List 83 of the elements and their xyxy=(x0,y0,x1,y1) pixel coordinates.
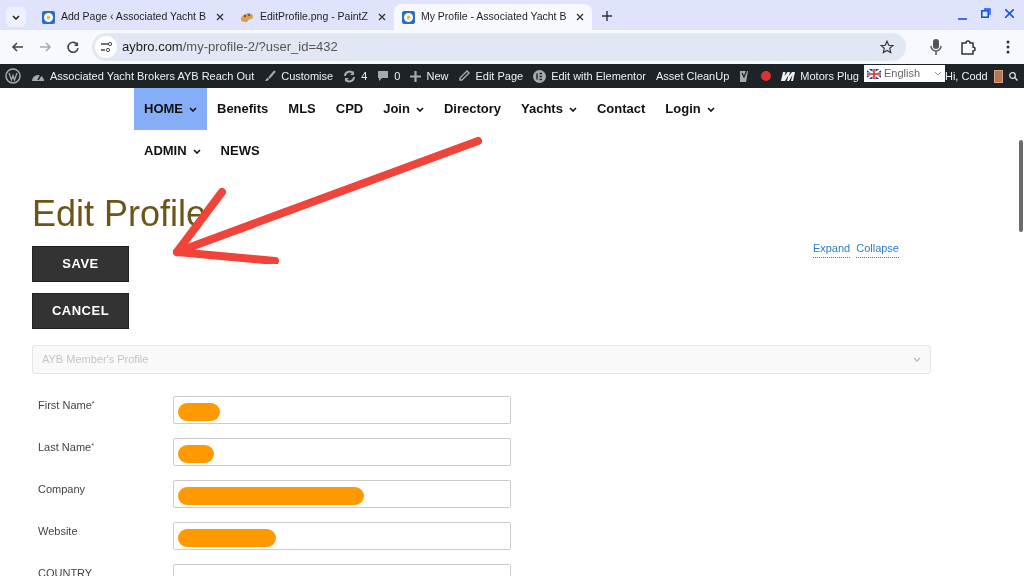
more-menu-icon[interactable] xyxy=(1006,40,1010,54)
field-label: Company xyxy=(38,482,87,497)
language-select[interactable]: English xyxy=(864,65,945,82)
address-bar[interactable]: aybro.com/my-profile-2/?user_id=432 xyxy=(92,33,906,61)
palette-icon xyxy=(239,11,254,23)
chevron-icon xyxy=(913,357,921,362)
field-label: Website xyxy=(38,524,79,539)
extensions-icon[interactable] xyxy=(960,39,976,55)
chevron-down-icon xyxy=(706,106,715,112)
chevron-down-icon xyxy=(415,106,424,112)
url-text: aybro.com/my-profile-2/?user_id=432 xyxy=(122,38,338,57)
field-label: First Name$^{*}$ xyxy=(38,398,96,413)
admin-bar-link[interactable]: Motors Plug xyxy=(800,67,859,85)
microphone-icon[interactable] xyxy=(930,39,942,55)
nav-menu-item[interactable]: CPD xyxy=(325,88,374,130)
close-icon[interactable] xyxy=(215,13,224,21)
nav-menu-item[interactable]: Yachts xyxy=(511,88,587,130)
chevron-down-icon xyxy=(192,148,201,154)
form-button[interactable]: SAVE xyxy=(32,246,129,282)
avatar-icon[interactable] xyxy=(993,69,1003,83)
flag-icon xyxy=(867,68,881,79)
nav-menu-item[interactable]: Join xyxy=(373,88,434,130)
nav-menu-item[interactable]: Login xyxy=(655,88,725,130)
nav-menu-item[interactable]: NEWS xyxy=(210,130,270,172)
reload-icon[interactable] xyxy=(66,40,80,54)
admin-bar-link[interactable]: Associated Yacht Brokers AYB Reach Out xyxy=(50,67,255,85)
close-icon[interactable] xyxy=(576,13,585,21)
chevron-down-icon xyxy=(12,14,20,20)
brush-icon xyxy=(264,70,277,82)
tab-title: Add Page ‹ Associated Yacht B xyxy=(61,9,206,25)
new-tab-icon[interactable] xyxy=(602,11,613,21)
admin-bar-link[interactable]: Edit Page xyxy=(475,67,524,85)
admin-bar-link[interactable]: Customise xyxy=(281,67,334,85)
browser-tab[interactable]: EditProfile.png - PaintZ xyxy=(231,4,394,30)
admin-bar-link[interactable]: 4 xyxy=(361,67,368,85)
refresh-icon xyxy=(343,69,357,83)
form-button[interactable]: CANCEL xyxy=(32,293,129,329)
tab-search-button[interactable] xyxy=(6,7,26,27)
close-window-icon[interactable] xyxy=(1005,9,1014,18)
site-info-icon[interactable] xyxy=(95,36,117,58)
nav-menu-item[interactable]: Directory xyxy=(433,88,511,130)
browser-tab[interactable]: My Profile - Associated Yacht B xyxy=(393,4,593,30)
admin-bar-link[interactable]: Edit with Elementor xyxy=(551,67,646,85)
redaction-mark xyxy=(178,403,220,421)
scrollbar-thumb[interactable] xyxy=(1019,140,1023,232)
close-icon[interactable] xyxy=(377,13,386,21)
field-label: Last Name$^{*}$ xyxy=(38,440,95,455)
chevron-down-icon xyxy=(568,106,577,112)
nav-menu-item[interactable]: ADMIN xyxy=(134,130,211,172)
tab-title: EditProfile.png - PaintZ xyxy=(259,9,368,25)
elementor-icon xyxy=(533,69,547,83)
nav-menu-item[interactable]: HOME xyxy=(134,88,207,130)
bookmark-star-icon[interactable] xyxy=(880,40,894,54)
admin-bar-link[interactable]: New xyxy=(426,67,449,85)
input-field[interactable] xyxy=(173,438,511,466)
nav-menu-item[interactable]: MLS xyxy=(278,88,326,130)
plus-icon xyxy=(410,70,422,82)
input-field[interactable] xyxy=(173,522,511,550)
comment-icon xyxy=(377,70,390,82)
redaction-mark xyxy=(178,445,214,463)
chevron-down-icon xyxy=(189,106,197,112)
admin-bar-link[interactable]: 0 xyxy=(394,67,401,85)
admin-bar-link[interactable]: Asset CleanUp xyxy=(655,67,730,85)
back-icon[interactable] xyxy=(11,40,25,54)
pencil-icon xyxy=(458,70,471,82)
page-title: Edit Profile xyxy=(32,192,207,236)
browser-tab[interactable]: Add Page ‹ Associated Yacht B xyxy=(34,4,232,30)
tab-title: My Profile - Associated Yacht B xyxy=(420,9,567,25)
chevron-down-icon xyxy=(933,71,942,76)
toggle-link[interactable]: Collapse xyxy=(856,240,899,258)
wordpress-logo-icon[interactable] xyxy=(5,68,21,84)
motors-logo-icon xyxy=(781,71,796,81)
site-favicon-icon xyxy=(42,10,55,24)
nav-menu-item[interactable]: Contact xyxy=(586,88,656,130)
nav-menu-item[interactable]: Benefits xyxy=(207,88,279,130)
greeting-text[interactable]: Hi, Codd xyxy=(944,67,988,85)
input-field[interactable] xyxy=(173,396,511,424)
toggle-link[interactable]: Expand xyxy=(812,240,851,258)
search-icon[interactable] xyxy=(1008,69,1018,83)
restore-icon[interactable] xyxy=(981,8,991,18)
language-text: English xyxy=(884,66,922,82)
input-field[interactable] xyxy=(173,480,511,508)
site-favicon-icon xyxy=(401,10,415,24)
